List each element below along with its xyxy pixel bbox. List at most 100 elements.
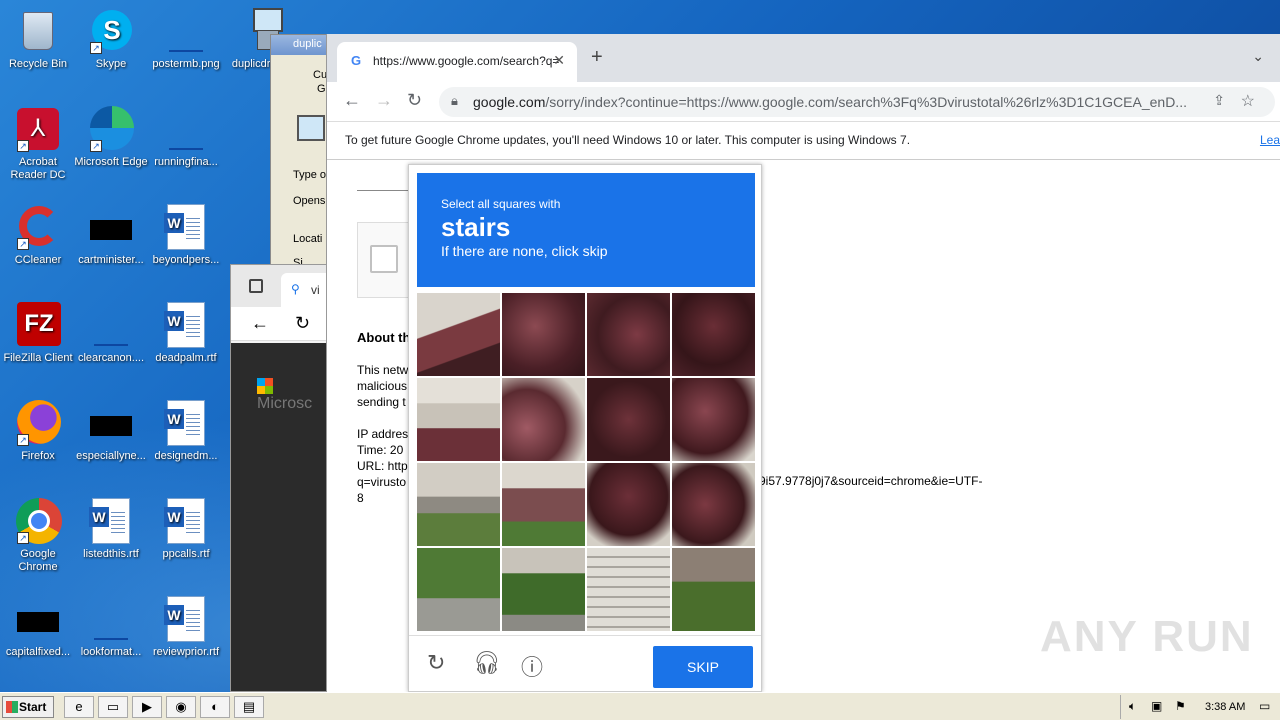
challenge-tile[interactable] (672, 463, 755, 546)
desktop-icon-clearcanon[interactable]: clearcanon.... (73, 302, 149, 365)
time-text: Time: 20 (357, 443, 404, 457)
desktop-icon-label: Microsoft Edge (74, 156, 148, 168)
show-desktop-icon[interactable]: ▭ (1259, 699, 1270, 713)
desktop-icon-label: listedthis.rtf (83, 548, 139, 560)
filezilla-icon: FZ (15, 302, 61, 348)
challenge-tile[interactable] (587, 463, 670, 546)
challenge-target: stairs (441, 212, 511, 242)
desktop-icon-label: clearcanon.... (77, 352, 145, 364)
info-icon[interactable]: ⓘ (521, 650, 543, 682)
clock[interactable]: 3:38 AM (1205, 701, 1245, 713)
challenge-tile[interactable] (417, 293, 500, 376)
desktop-icon-especiallyne[interactable]: especiallyne... (73, 400, 149, 463)
google-favicon-icon: G (351, 53, 362, 68)
challenge-tile[interactable] (417, 378, 500, 461)
desktop-icon-label: capitalfixed... (5, 646, 71, 658)
desktop-icon-acrobat[interactable]: ⅄ ↗ Acrobat Reader DC (0, 106, 76, 182)
desktop-icon-label: ppcalls.rtf (162, 548, 210, 560)
ip-address-text: IP addres (357, 427, 409, 441)
word-document-icon: W (163, 400, 209, 446)
start-button[interactable]: Start (2, 696, 54, 718)
learn-more-link[interactable]: Lea (1260, 133, 1280, 147)
desktop-icon-filezilla[interactable]: FZ FileZilla Client (0, 302, 76, 365)
action-center-flag-icon[interactable]: ⚑ (1175, 699, 1186, 713)
file-icon (88, 204, 134, 250)
challenge-tile[interactable] (417, 463, 500, 546)
reload-icon[interactable]: ↻ (407, 90, 422, 111)
file-icon (88, 596, 134, 642)
desktop-icon-listedthis[interactable]: W listedthis.rtf (73, 498, 149, 561)
desktop-icon-postermb[interactable]: postermb.png (148, 8, 224, 71)
microsoft-logo: Microsc (257, 377, 329, 413)
taskbar-winrar-icon[interactable]: ▤ (234, 696, 264, 718)
desktop-icon-capitalfixed[interactable]: capitalfixed... (0, 596, 76, 659)
desktop-icon-lookformat[interactable]: lookformat... (73, 596, 149, 659)
file-icon (163, 8, 209, 54)
reload-challenge-icon[interactable]: ↻ (427, 650, 445, 676)
system-tray: 🔈︎ ▣ ⚑ 3:38 AM ▭ (1120, 695, 1280, 719)
address-bar[interactable]: 🔒︎ google.com/sorry/index?continue=https… (439, 87, 1275, 117)
taskbar-edge-icon[interactable]: ◐ (200, 696, 230, 718)
challenge-tile[interactable] (672, 548, 755, 631)
new-tab-icon[interactable]: + (591, 46, 603, 69)
desktop-icon-label: runningfina... (154, 156, 218, 168)
desktop-icon-ppcalls[interactable]: W ppcalls.rtf (148, 498, 224, 561)
chrome-tab[interactable]: G https://www.google.com/search?q= ✕ (337, 42, 577, 82)
challenge-tile[interactable] (672, 293, 755, 376)
desktop-icon-label: Skype (95, 58, 127, 70)
desktop-icon-ccleaner[interactable]: ↗ CCleaner (0, 204, 76, 267)
word-document-icon: W (163, 596, 209, 642)
challenge-tile[interactable] (587, 378, 670, 461)
about-text: malicious (357, 379, 408, 393)
skip-button[interactable]: SKIP (653, 646, 753, 688)
desktop-icon-cartminister[interactable]: cartminister... (73, 204, 149, 267)
taskbar-explorer-icon[interactable]: ▭ (98, 696, 128, 718)
challenge-tile[interactable] (417, 548, 500, 631)
desktop-icon-recycle-bin[interactable]: Recycle Bin (0, 8, 76, 71)
edge-window[interactable]: ⚲ vi ← ↻ Microsc (230, 264, 341, 692)
refresh-icon[interactable]: ↻ (295, 313, 310, 334)
challenge-tile[interactable] (587, 548, 670, 631)
challenge-tile[interactable] (502, 378, 585, 461)
back-icon[interactable]: ← (343, 90, 361, 111)
challenge-header: Select all squares with stairs If there … (417, 173, 755, 287)
headphones-icon[interactable]: 🎧︎ (473, 650, 501, 676)
desktop-icon-firefox[interactable]: ↗ Firefox (0, 400, 76, 463)
desktop-icon-designedm[interactable]: W designedm... (148, 400, 224, 463)
challenge-tile[interactable] (502, 548, 585, 631)
desktop-icon-reviewprior[interactable]: W reviewprior.rtf (148, 596, 224, 659)
tab-actions-icon[interactable] (249, 279, 263, 293)
properties-label: Opens (293, 195, 326, 207)
volume-icon[interactable]: 🔈︎ (1129, 699, 1136, 714)
taskbar-chrome-icon[interactable]: ◉ (166, 696, 196, 718)
taskbar-ie-icon[interactable]: e (64, 696, 94, 718)
desktop-icon-beyondpers[interactable]: W beyondpers... (148, 204, 224, 267)
anyrun-watermark: ANY RUN (1040, 612, 1254, 661)
back-icon[interactable]: ← (251, 313, 269, 334)
desktop-icon-label: reviewprior.rtf (152, 646, 220, 658)
edge-tab-row: ⚲ vi (231, 265, 341, 307)
bookmark-star-icon[interactable]: ☆ (1241, 91, 1255, 111)
desktop-icon-edge[interactable]: ↗ Microsoft Edge (73, 106, 149, 169)
taskbar-media-player-icon[interactable]: ▶ (132, 696, 162, 718)
chrome-tab-title: https://www.google.com/search?q= (373, 54, 560, 68)
start-label: Start (19, 700, 47, 714)
network-icon[interactable]: ▣ (1151, 699, 1162, 713)
chevron-down-icon[interactable]: ⌄ (1252, 48, 1264, 65)
recaptcha-checkbox[interactable] (370, 245, 398, 273)
lock-icon: 🔒︎ (451, 93, 458, 108)
close-tab-icon[interactable]: ✕ (553, 52, 565, 69)
challenge-tile[interactable] (502, 463, 585, 546)
desktop-icon-label: deadpalm.rtf (155, 352, 217, 364)
desktop-icon-runningfina[interactable]: runningfina... (148, 106, 224, 169)
desktop-icon-chrome[interactable]: ↗ Google Chrome (0, 498, 76, 574)
share-icon[interactable]: ⇪ (1213, 92, 1225, 109)
desktop-icon-deadpalm[interactable]: W deadpalm.rtf (148, 302, 224, 365)
challenge-tile[interactable] (502, 293, 585, 376)
challenge-tile[interactable] (587, 293, 670, 376)
desktop-icon-label: beyondpers... (152, 254, 220, 266)
challenge-tile[interactable] (672, 378, 755, 461)
forward-icon[interactable]: → (375, 90, 393, 111)
word-document-icon: W (163, 498, 209, 544)
desktop-icon-skype[interactable]: S ↗ Skype (73, 8, 149, 71)
